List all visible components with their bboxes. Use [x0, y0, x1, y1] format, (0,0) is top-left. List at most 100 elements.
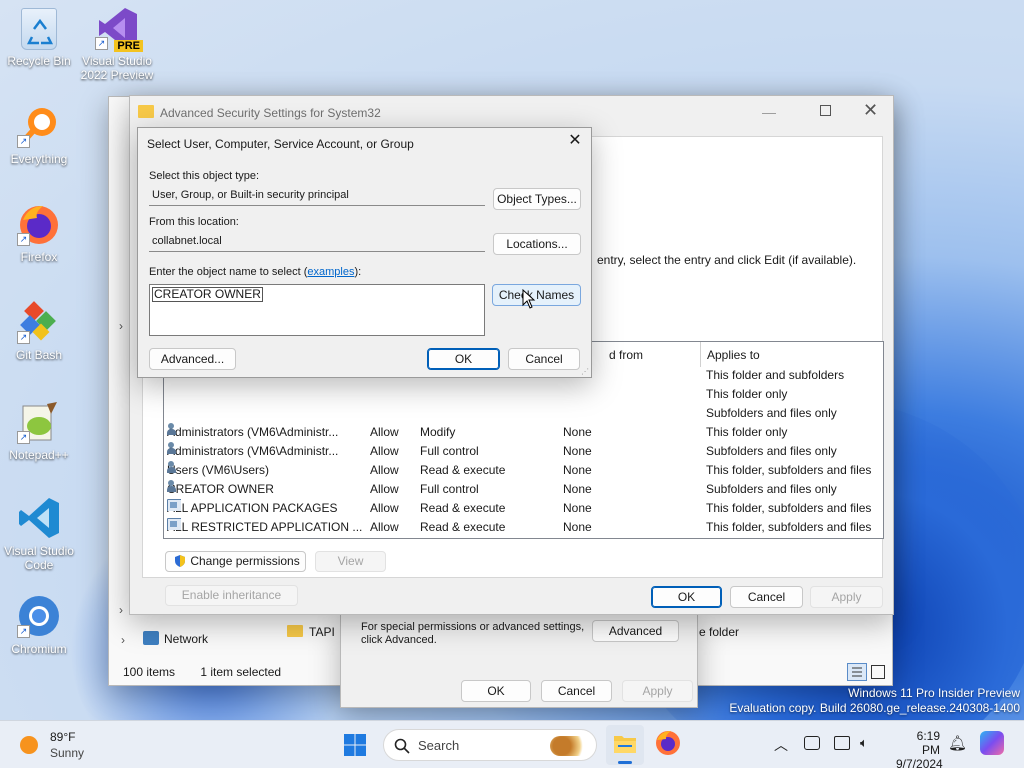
table-row[interactable]: Administrators (VM6\Administr... Allow Ful… [164, 442, 883, 461]
window-title: Advanced Security Settings for System32 [160, 106, 381, 120]
package-icon [167, 499, 181, 511]
shortcut-arrow-icon: ↗ [95, 37, 108, 50]
package-icon [167, 518, 181, 530]
start-button[interactable] [343, 733, 367, 757]
ok-button[interactable]: OK [651, 586, 722, 608]
recycle-bin-icon [21, 8, 57, 50]
copilot-icon[interactable] [980, 731, 1004, 755]
applies-to-cell: This folder and subfolders [706, 368, 845, 382]
advanced-button[interactable]: Advanced [592, 620, 679, 642]
object-name-label-end: ): [354, 266, 362, 278]
table-row[interactable]: Subfolders and files only [164, 404, 883, 423]
table-row[interactable]: ALL APPLICATION PACKAGES Allow Read & exec… [164, 499, 883, 518]
windows-logo-icon [344, 734, 366, 756]
tiles-view-icon[interactable] [871, 665, 885, 679]
principal-name: Administrators (VM6\Administr... [167, 425, 339, 439]
access-cell: Full control [420, 444, 479, 458]
desktop-icon-label: Visual Studio 2022 Preview [80, 54, 154, 82]
file-explorer-icon [614, 736, 636, 753]
clock[interactable]: 6:19 PM 9/7/2024 [896, 729, 943, 768]
shield-icon [175, 555, 185, 567]
network-icon [143, 631, 159, 645]
user-group-icon [167, 480, 181, 492]
apply-button[interactable]: Apply [810, 586, 883, 608]
desktop-icon-visual-studio-preview[interactable]: PRE ↗ Visual Studio 2022 Preview [79, 6, 155, 82]
chevron-up-icon[interactable]: ︿ [774, 735, 788, 755]
chevron-right-icon[interactable]: › [119, 319, 123, 333]
shortcut-arrow-icon: ↗ [17, 331, 30, 344]
advanced-button[interactable]: Advanced... [149, 348, 236, 370]
notification-bell-icon[interactable]: 🔔︎ [948, 734, 967, 752]
firefox-icon: ↗ [17, 202, 61, 246]
column-header-inherited-from[interactable]: d from [609, 348, 643, 362]
desktop-icon-notepadpp[interactable]: ↗ Notepad++ [1, 400, 77, 462]
user-group-icon [167, 423, 181, 435]
taskbar-firefox[interactable] [654, 729, 684, 759]
nav-label: Network [164, 632, 209, 646]
cancel-button[interactable]: Cancel [508, 348, 580, 370]
cancel-button[interactable]: Cancel [730, 586, 803, 608]
principal-cell: Administrators (VM6\Administr... [167, 442, 367, 461]
desktop-icon-everything[interactable]: ↗ Everything [1, 104, 77, 166]
inherited-from-cell: None [563, 482, 592, 496]
check-names-button[interactable]: Check Names [492, 284, 581, 306]
access-cell: Read & execute [420, 463, 506, 477]
principal-name: ALL RESTRICTED APPLICATION ... [167, 520, 363, 534]
object-name-text: CREATOR OWNER [152, 287, 263, 302]
button-label: Change permissions [190, 554, 300, 568]
table-row[interactable]: This folder only [164, 385, 883, 404]
inherited-from-cell: None [563, 425, 592, 439]
status-bar: 100 items 1 item selected [123, 665, 281, 679]
table-row[interactable]: Administrators (VM6\Administr... Allow Mod… [164, 423, 883, 442]
applies-to-cell: Subfolders and files only [706, 444, 837, 458]
desktop-icon-firefox[interactable]: ↗ Firefox [1, 202, 77, 264]
access-type-cell: Allow [370, 482, 399, 496]
table-row[interactable]: Users (VM6\Users) Allow Read & execute None… [164, 461, 883, 480]
chromium-icon: ↗ [17, 594, 61, 638]
display-icon[interactable] [834, 736, 850, 750]
close-icon[interactable]: ✕ [863, 100, 878, 121]
column-header-applies-to[interactable]: Applies to [707, 348, 760, 362]
enable-inheritance-button[interactable]: Enable inheritance [165, 585, 298, 606]
chevron-right-icon[interactable]: › [119, 603, 123, 617]
inherited-from-cell: None [563, 463, 592, 477]
minimize-icon[interactable]: — [762, 104, 776, 120]
speaker-icon[interactable]: 🔈︎ [860, 735, 868, 751]
ok-button[interactable]: OK [427, 348, 500, 370]
mouse-cursor-icon [522, 289, 536, 309]
desktop-icon-recycle-bin[interactable]: Recycle Bin [1, 8, 77, 68]
desktop-icon-chromium[interactable]: ↗ Chromium [1, 594, 77, 656]
nav-item-network[interactable]: › Network [109, 622, 247, 657]
object-types-button[interactable]: Object Types... [493, 188, 581, 210]
status-item-count: 100 items [123, 665, 176, 679]
table-row[interactable]: ALL RESTRICTED APPLICATION ... Allow Read … [164, 518, 883, 537]
examples-link[interactable]: examples [307, 266, 354, 278]
locations-button[interactable]: Locations... [493, 233, 581, 255]
taskbar-search[interactable]: Search [383, 729, 597, 761]
ok-button[interactable]: OK [461, 680, 531, 702]
maximize-icon[interactable] [820, 105, 831, 116]
apply-button[interactable]: Apply [622, 680, 693, 702]
table-row[interactable]: CREATOR OWNER Allow Full control None Subfol… [164, 480, 883, 499]
object-name-input[interactable]: CREATOR OWNER [149, 284, 485, 336]
desktop-icon-label: Chromium [11, 642, 67, 656]
close-icon[interactable]: ✕ [567, 133, 583, 149]
view-button[interactable]: View [315, 551, 386, 572]
shortcut-arrow-icon: ↗ [17, 431, 30, 444]
resize-grip-icon[interactable]: ⋰ [581, 367, 589, 376]
desktop-icon-git-bash[interactable]: ↗ Git Bash [1, 300, 77, 362]
inherited-from-cell: None [563, 520, 592, 534]
taskbar-file-explorer[interactable] [606, 725, 644, 765]
change-permissions-button[interactable]: Change permissions [165, 551, 306, 572]
details-view-icon[interactable] [847, 663, 867, 681]
visual-studio-icon: PRE ↗ [95, 6, 143, 52]
desktop-icon-vscode[interactable]: Visual Studio Code [1, 496, 77, 572]
principal-cell: CREATOR OWNER [167, 480, 367, 499]
desktop-icon-label: Firefox [20, 250, 58, 264]
git-bash-icon: ↗ [17, 300, 61, 344]
principal-cell: ALL APPLICATION PACKAGES [167, 499, 367, 518]
network-status-icon[interactable] [804, 736, 820, 750]
weather-widget[interactable]: 89°F Sunny [16, 728, 96, 762]
shortcut-arrow-icon: ↗ [17, 233, 30, 246]
cancel-button[interactable]: Cancel [541, 680, 612, 702]
